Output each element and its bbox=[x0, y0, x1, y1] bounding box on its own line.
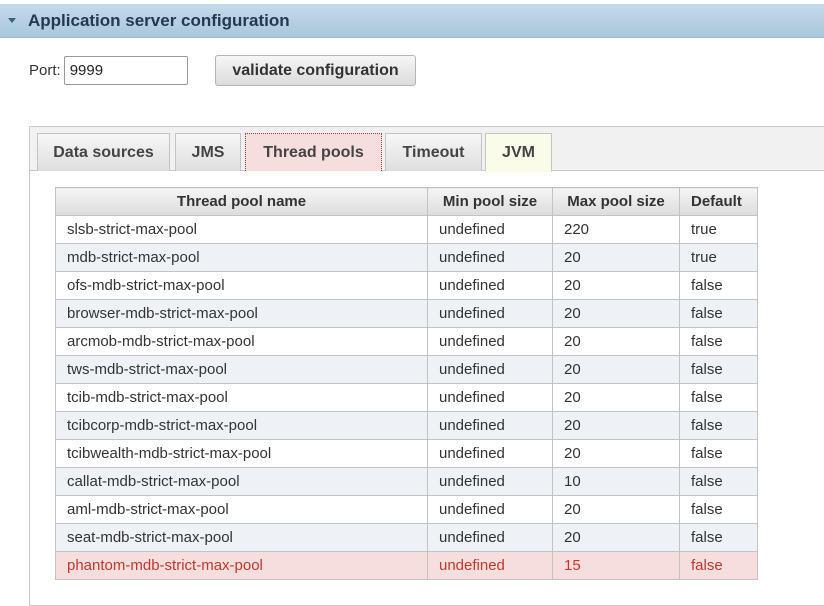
default-cell: false bbox=[679, 383, 758, 412]
pool-name-cell: tcibwealth-mdb-strict-max-pool bbox=[55, 439, 428, 468]
min-pool-size-cell: undefined bbox=[427, 299, 553, 328]
pool-name-cell: mdb-strict-max-pool bbox=[55, 243, 428, 272]
tab-jvm[interactable]: JVM bbox=[485, 133, 552, 172]
min-pool-size-cell: undefined bbox=[427, 467, 553, 496]
column-header-default[interactable]: Default bbox=[679, 187, 758, 216]
default-cell: true bbox=[679, 243, 758, 272]
default-cell: false bbox=[679, 495, 758, 524]
max-pool-size-cell: 20 bbox=[552, 271, 680, 300]
default-cell: false bbox=[679, 551, 758, 580]
table-row[interactable]: arcmob-mdb-strict-max-pool undefined 20 fal… bbox=[55, 327, 758, 356]
table-row[interactable]: slsb-strict-max-pool undefined 220 true bbox=[55, 215, 758, 244]
max-pool-size-cell: 20 bbox=[552, 355, 680, 384]
pool-name-cell: tws-mdb-strict-max-pool bbox=[55, 355, 428, 384]
default-cell: false bbox=[679, 355, 758, 384]
max-pool-size-cell: 20 bbox=[552, 439, 680, 468]
min-pool-size-cell: undefined bbox=[427, 523, 553, 552]
tab-timeout[interactable]: Timeout bbox=[385, 133, 482, 171]
max-pool-size-cell: 20 bbox=[552, 327, 680, 356]
tab-thread-pools[interactable]: Thread pools bbox=[245, 133, 382, 171]
thread-pool-table: Thread pool name Min pool size Max pool … bbox=[55, 187, 758, 580]
port-input[interactable] bbox=[63, 56, 188, 85]
min-pool-size-cell: undefined bbox=[427, 355, 553, 384]
port-label: Port: bbox=[29, 62, 61, 79]
pool-name-cell: aml-mdb-strict-max-pool bbox=[55, 495, 428, 524]
table-row[interactable]: mdb-strict-max-pool undefined 20 true bbox=[55, 243, 758, 272]
table-row[interactable]: browser-mdb-strict-max-pool undefined 20 fa… bbox=[55, 299, 758, 328]
min-pool-size-cell: undefined bbox=[427, 243, 553, 272]
table-row[interactable]: tcib-mdb-strict-max-pool undefined 20 false bbox=[55, 383, 758, 412]
min-pool-size-cell: undefined bbox=[427, 271, 553, 300]
min-pool-size-cell: undefined bbox=[427, 495, 553, 524]
default-cell: false bbox=[679, 439, 758, 468]
table-row[interactable]: tcibwealth-mdb-strict-max-pool undefined 2… bbox=[55, 439, 758, 468]
pool-name-cell: tcib-mdb-strict-max-pool bbox=[55, 383, 428, 412]
table-row[interactable]: tcibcorp-mdb-strict-max-pool undefined 20 f… bbox=[55, 411, 758, 440]
max-pool-size-cell: 220 bbox=[552, 215, 680, 244]
section-title: Application server configuration bbox=[28, 10, 290, 30]
pool-name-cell: seat-mdb-strict-max-pool bbox=[55, 523, 428, 552]
min-pool-size-cell: undefined bbox=[427, 551, 553, 580]
max-pool-size-cell: 20 bbox=[552, 299, 680, 328]
column-header-max-pool-size[interactable]: Max pool size bbox=[552, 187, 680, 216]
min-pool-size-cell: undefined bbox=[427, 383, 553, 412]
max-pool-size-cell: 20 bbox=[552, 523, 680, 552]
default-cell: true bbox=[679, 215, 758, 244]
table-row[interactable]: phantom-mdb-strict-max-pool undefined 15 fa… bbox=[55, 551, 758, 580]
table-row[interactable]: seat-mdb-strict-max-pool undefined 20 false bbox=[55, 523, 758, 552]
pool-name-cell: phantom-mdb-strict-max-pool bbox=[55, 551, 428, 580]
pool-name-cell: arcmob-mdb-strict-max-pool bbox=[55, 327, 428, 356]
pool-name-cell: tcibcorp-mdb-strict-max-pool bbox=[55, 411, 428, 440]
min-pool-size-cell: undefined bbox=[427, 411, 553, 440]
pool-name-cell: callat-mdb-strict-max-pool bbox=[55, 467, 428, 496]
validate-configuration-button[interactable]: validate configuration bbox=[215, 55, 416, 86]
column-header-thread-pool-name[interactable]: Thread pool name bbox=[55, 187, 428, 216]
default-cell: false bbox=[679, 523, 758, 552]
default-cell: false bbox=[679, 327, 758, 356]
pool-name-cell: slsb-strict-max-pool bbox=[55, 215, 428, 244]
min-pool-size-cell: undefined bbox=[427, 439, 553, 468]
max-pool-size-cell: 20 bbox=[552, 495, 680, 524]
min-pool-size-cell: undefined bbox=[427, 215, 553, 244]
max-pool-size-cell: 20 bbox=[552, 243, 680, 272]
pool-name-cell: browser-mdb-strict-max-pool bbox=[55, 299, 428, 328]
section-header[interactable]: Application server configuration bbox=[0, 4, 824, 38]
default-cell: false bbox=[679, 299, 758, 328]
table-row[interactable]: aml-mdb-strict-max-pool undefined 20 false bbox=[55, 495, 758, 524]
default-cell: false bbox=[679, 467, 758, 496]
port-row: Port: bbox=[29, 56, 188, 85]
pool-name-cell: ofs-mdb-strict-max-pool bbox=[55, 271, 428, 300]
tab-jms[interactable]: JMS bbox=[175, 133, 241, 171]
table-row[interactable]: callat-mdb-strict-max-pool undefined 10 fal… bbox=[55, 467, 758, 496]
max-pool-size-cell: 15 bbox=[552, 551, 680, 580]
table-row[interactable]: tws-mdb-strict-max-pool undefined 20 false bbox=[55, 355, 758, 384]
default-cell: false bbox=[679, 271, 758, 300]
default-cell: false bbox=[679, 411, 758, 440]
min-pool-size-cell: undefined bbox=[427, 327, 553, 356]
max-pool-size-cell: 20 bbox=[552, 383, 680, 412]
max-pool-size-cell: 10 bbox=[552, 467, 680, 496]
tab-data-sources[interactable]: Data sources bbox=[37, 133, 170, 171]
table-row[interactable]: ofs-mdb-strict-max-pool undefined 20 false bbox=[55, 271, 758, 300]
column-header-min-pool-size[interactable]: Min pool size bbox=[427, 187, 553, 216]
max-pool-size-cell: 20 bbox=[552, 411, 680, 440]
collapse-triangle-icon[interactable] bbox=[8, 18, 16, 23]
